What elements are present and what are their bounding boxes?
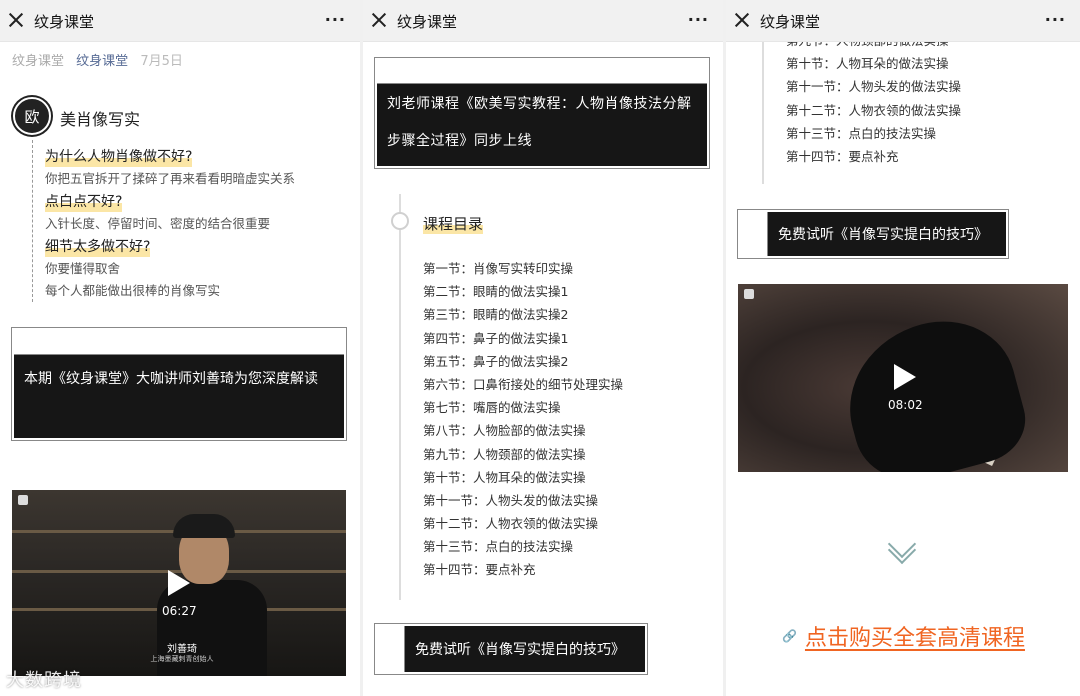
channel-logo-icon — [18, 495, 28, 505]
close-icon[interactable] — [734, 12, 750, 28]
article-meta: 纹身课堂 纹身课堂 7月5日 — [12, 50, 191, 69]
publish-date: 7月5日 — [140, 54, 183, 69]
chevron-down-icon[interactable] — [887, 529, 918, 565]
free-trial-label: 免费试听《肖像写实提白的技巧》 — [778, 227, 988, 243]
toc-item: 第十节：人物耳朵的做法实操 — [423, 469, 586, 485]
timeline-line — [399, 194, 401, 600]
video-player[interactable]: 08:02 — [738, 284, 1068, 472]
timeline-line — [762, 40, 764, 184]
question: 点白点不好? — [45, 192, 123, 212]
top-bar: 纹身课堂 ··· — [726, 0, 1080, 42]
panel-right: 第九节：人物颈部的做法实操 第十节：人物耳朵的做法实操 第十一节：人物头发的做法… — [726, 0, 1080, 696]
toc-item: 第二节：眼睛的做法实操1 — [423, 284, 569, 300]
gloved-hand-image — [831, 304, 1035, 472]
link-icon: 🔗 — [782, 629, 797, 643]
box-tab — [377, 626, 405, 672]
top-bar: 纹身课堂 ··· — [363, 0, 723, 42]
toc-item: 第三节：眼睛的做法实操2 — [423, 307, 569, 323]
toc-item: 第六节：口鼻衔接处的细节处理实操 — [423, 376, 624, 392]
question: 细节太多做不好? — [45, 237, 151, 257]
toc-item: 第七节：嘴唇的做法实操 — [423, 400, 561, 416]
toc-title: 课程目录 — [423, 214, 484, 234]
intro-text: 本期《纹身课堂》大咖讲师刘善琦为您深度解读 — [24, 371, 318, 387]
account-link[interactable]: 纹身课堂 — [76, 54, 128, 69]
buy-link[interactable]: 🔗 点击购买全套高清课程 — [782, 620, 1025, 652]
timeline-circle-icon — [391, 212, 409, 230]
more-icon[interactable]: ··· — [1045, 10, 1066, 29]
video-caption-name: 刘善琦 — [167, 644, 197, 655]
qa-list: 为什么人物肖像做不好? 你把五官拆开了揉碎了再来看看明暗虚实关系 点白点不好? … — [45, 146, 345, 303]
answer: 入针长度、停留时间、密度的结合很重要 — [45, 216, 271, 231]
question: 为什么人物肖像做不好? — [45, 147, 193, 167]
box-header — [377, 60, 707, 84]
panel-left: 纹身课堂 ··· 纹身课堂 纹身课堂 7月5日 欧 美肖像写实 为什么人物肖像做… — [0, 0, 360, 696]
toc-item: 第四节：鼻子的做法实操1 — [423, 330, 569, 346]
video-caption-subtitle: 上海墨藏刺青创始人 — [150, 655, 214, 663]
answer: 每个人都能做出很棒的肖像写实 — [45, 283, 221, 298]
page-title: 纹身课堂 — [397, 13, 458, 31]
timeline-line — [32, 140, 33, 302]
answer: 你要懂得取舍 — [45, 261, 121, 276]
free-trial-box[interactable]: 免费试听《肖像写实提白的技巧》 — [375, 624, 647, 674]
toc-item: 第十一节：人物头发的做法实操 — [423, 492, 599, 508]
course-text: 刘老师课程《欧美写实教程：人物肖像技法分解步骤全过程》同步上线 — [387, 96, 692, 149]
toc-list: 第一节：肖像写实转印实操 第二节：眼睛的做法实操1 第三节：眼睛的做法实操2 第… — [423, 258, 623, 583]
toc-item: 第一节：肖像写实转印实操 — [423, 261, 574, 276]
top-bar: 纹身课堂 ··· — [0, 0, 360, 42]
toc-list-continued: 第九节：人物颈部的做法实操 第十节：人物耳朵的做法实操 第十一节：人物头发的做法… — [786, 30, 961, 169]
toc-item: 第十四节：要点补充 — [423, 562, 536, 578]
author-label: 纹身课堂 — [12, 54, 65, 69]
play-icon[interactable] — [894, 364, 916, 390]
box-header — [14, 330, 344, 355]
close-icon[interactable] — [8, 12, 24, 28]
section-title: 美肖像写实 — [60, 110, 141, 129]
box-tab — [740, 212, 768, 256]
free-trial-box[interactable]: 免费试听《肖像写实提白的技巧》 — [738, 210, 1008, 258]
more-icon[interactable]: ··· — [688, 10, 709, 29]
toc-item: 第十二节：人物衣领的做法实操 — [786, 102, 962, 118]
buy-link-text[interactable]: 点击购买全套高清课程 — [805, 620, 1025, 652]
free-trial-label: 免费试听《肖像写实提白的技巧》 — [415, 642, 625, 658]
toc-item: 第十三节：点白的技法实操 — [786, 125, 937, 141]
toc-item: 第十一节：人物头发的做法实操 — [786, 79, 962, 95]
intro-box: 本期《纹身课堂》大咖讲师刘善琦为您深度解读 — [12, 328, 346, 440]
page-title: 纹身课堂 — [760, 13, 821, 31]
channel-logo-icon — [744, 289, 754, 299]
page-title: 纹身课堂 — [34, 13, 95, 31]
toc-item: 第九节：人物颈部的做法实操 — [423, 446, 586, 462]
answer: 你把五官拆开了揉碎了再来看看明暗虚实关系 — [45, 171, 296, 186]
watermark: 大数跨境 — [6, 670, 82, 691]
video-player[interactable]: 06:27 刘善琦 上海墨藏刺青创始人 — [12, 490, 346, 676]
play-icon[interactable] — [168, 570, 190, 596]
video-duration: 06:27 — [162, 604, 197, 618]
video-duration: 08:02 — [888, 398, 923, 412]
section-badge: 欧 — [13, 97, 51, 135]
toc-item: 第八节：人物脸部的做法实操 — [423, 423, 586, 439]
course-box: 刘老师课程《欧美写实教程：人物肖像技法分解步骤全过程》同步上线 — [375, 58, 709, 168]
close-icon[interactable] — [371, 12, 387, 28]
toc-item: 第十四节：要点补充 — [786, 148, 899, 164]
toc-item: 第十二节：人物衣领的做法实操 — [423, 516, 599, 532]
toc-item: 第十节：人物耳朵的做法实操 — [786, 56, 949, 72]
more-icon[interactable]: ··· — [325, 10, 346, 29]
toc-item: 第十三节：点白的技法实操 — [423, 539, 574, 555]
toc-item: 第五节：鼻子的做法实操2 — [423, 353, 569, 369]
panel-middle: 纹身课堂 ··· 刘老师课程《欧美写实教程：人物肖像技法分解步骤全过程》同步上线… — [363, 0, 723, 696]
